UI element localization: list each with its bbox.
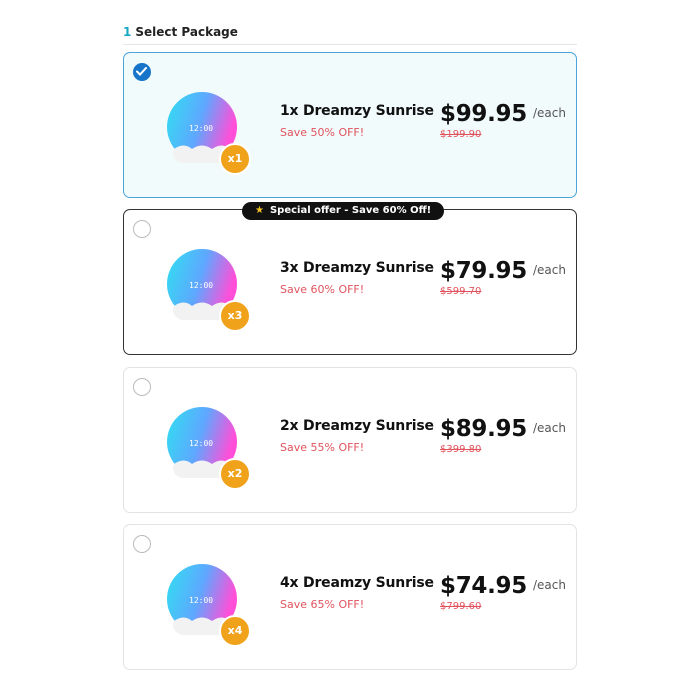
quantity-badge: x3	[219, 300, 251, 332]
svg-text:12:00: 12:00	[189, 596, 213, 605]
package-card-4x[interactable]: 12:00 x4 4x Dreamzy Sunrise Save 65% OFF…	[123, 524, 577, 670]
section-title: 1 Select Package	[123, 22, 577, 45]
package-savings: Save 60% OFF!	[280, 283, 365, 296]
package-savings: Save 65% OFF!	[280, 598, 365, 611]
package-selector: 1 Select Package 12:00 x1 1x Dreamzy Sunr…	[123, 22, 577, 670]
quantity-badge: x2	[219, 458, 251, 490]
quantity-badge: x4	[219, 615, 251, 647]
check-icon	[136, 67, 147, 76]
svg-text:12:00: 12:00	[189, 124, 213, 133]
price-unit: /each	[532, 106, 566, 120]
package-savings: Save 50% OFF!	[280, 126, 365, 139]
package-name: 2x Dreamzy Sunrise	[280, 418, 434, 434]
package-old-price: $599.70	[440, 286, 482, 297]
svg-text:12:00: 12:00	[189, 439, 213, 448]
package-card-1x[interactable]: 12:00 x1 1x Dreamzy Sunrise Save 50% OFF…	[123, 52, 577, 198]
quantity-badge: x1	[219, 143, 251, 175]
special-offer-badge: ★ Special offer - Save 60% Off!	[242, 202, 445, 220]
package-old-price: $199.90	[440, 129, 482, 140]
svg-text:12:00: 12:00	[189, 281, 213, 290]
package-card-3x[interactable]: ★ Special offer - Save 60% Off! 12:00 x3 …	[123, 202, 577, 355]
package-radio-2x[interactable]	[133, 378, 151, 396]
special-offer-text: Special offer - Save 60% Off!	[269, 205, 432, 216]
package-name: 3x Dreamzy Sunrise	[280, 260, 434, 276]
package-price: $89.95	[440, 416, 527, 442]
package-name: 4x Dreamzy Sunrise	[280, 575, 434, 591]
package-radio-4x[interactable]	[133, 535, 151, 553]
package-price: $99.95	[440, 101, 527, 127]
star-icon: ★	[255, 205, 264, 216]
package-name: 1x Dreamzy Sunrise	[280, 103, 434, 119]
price-unit: /each	[532, 578, 566, 592]
package-price: $79.95	[440, 258, 527, 284]
package-old-price: $399.80	[440, 444, 482, 455]
package-radio-1x[interactable]	[133, 63, 151, 81]
package-old-price: $799.60	[440, 601, 482, 612]
section-number: 1	[123, 25, 132, 39]
price-unit: /each	[532, 421, 566, 435]
price-unit: /each	[532, 263, 566, 277]
section-title-text: Select Package	[135, 25, 238, 39]
package-price: $74.95	[440, 573, 527, 599]
package-radio-3x[interactable]	[133, 220, 151, 238]
package-savings: Save 55% OFF!	[280, 441, 365, 454]
package-card-2x[interactable]: 12:00 x2 2x Dreamzy Sunrise Save 55% OFF…	[123, 367, 577, 513]
